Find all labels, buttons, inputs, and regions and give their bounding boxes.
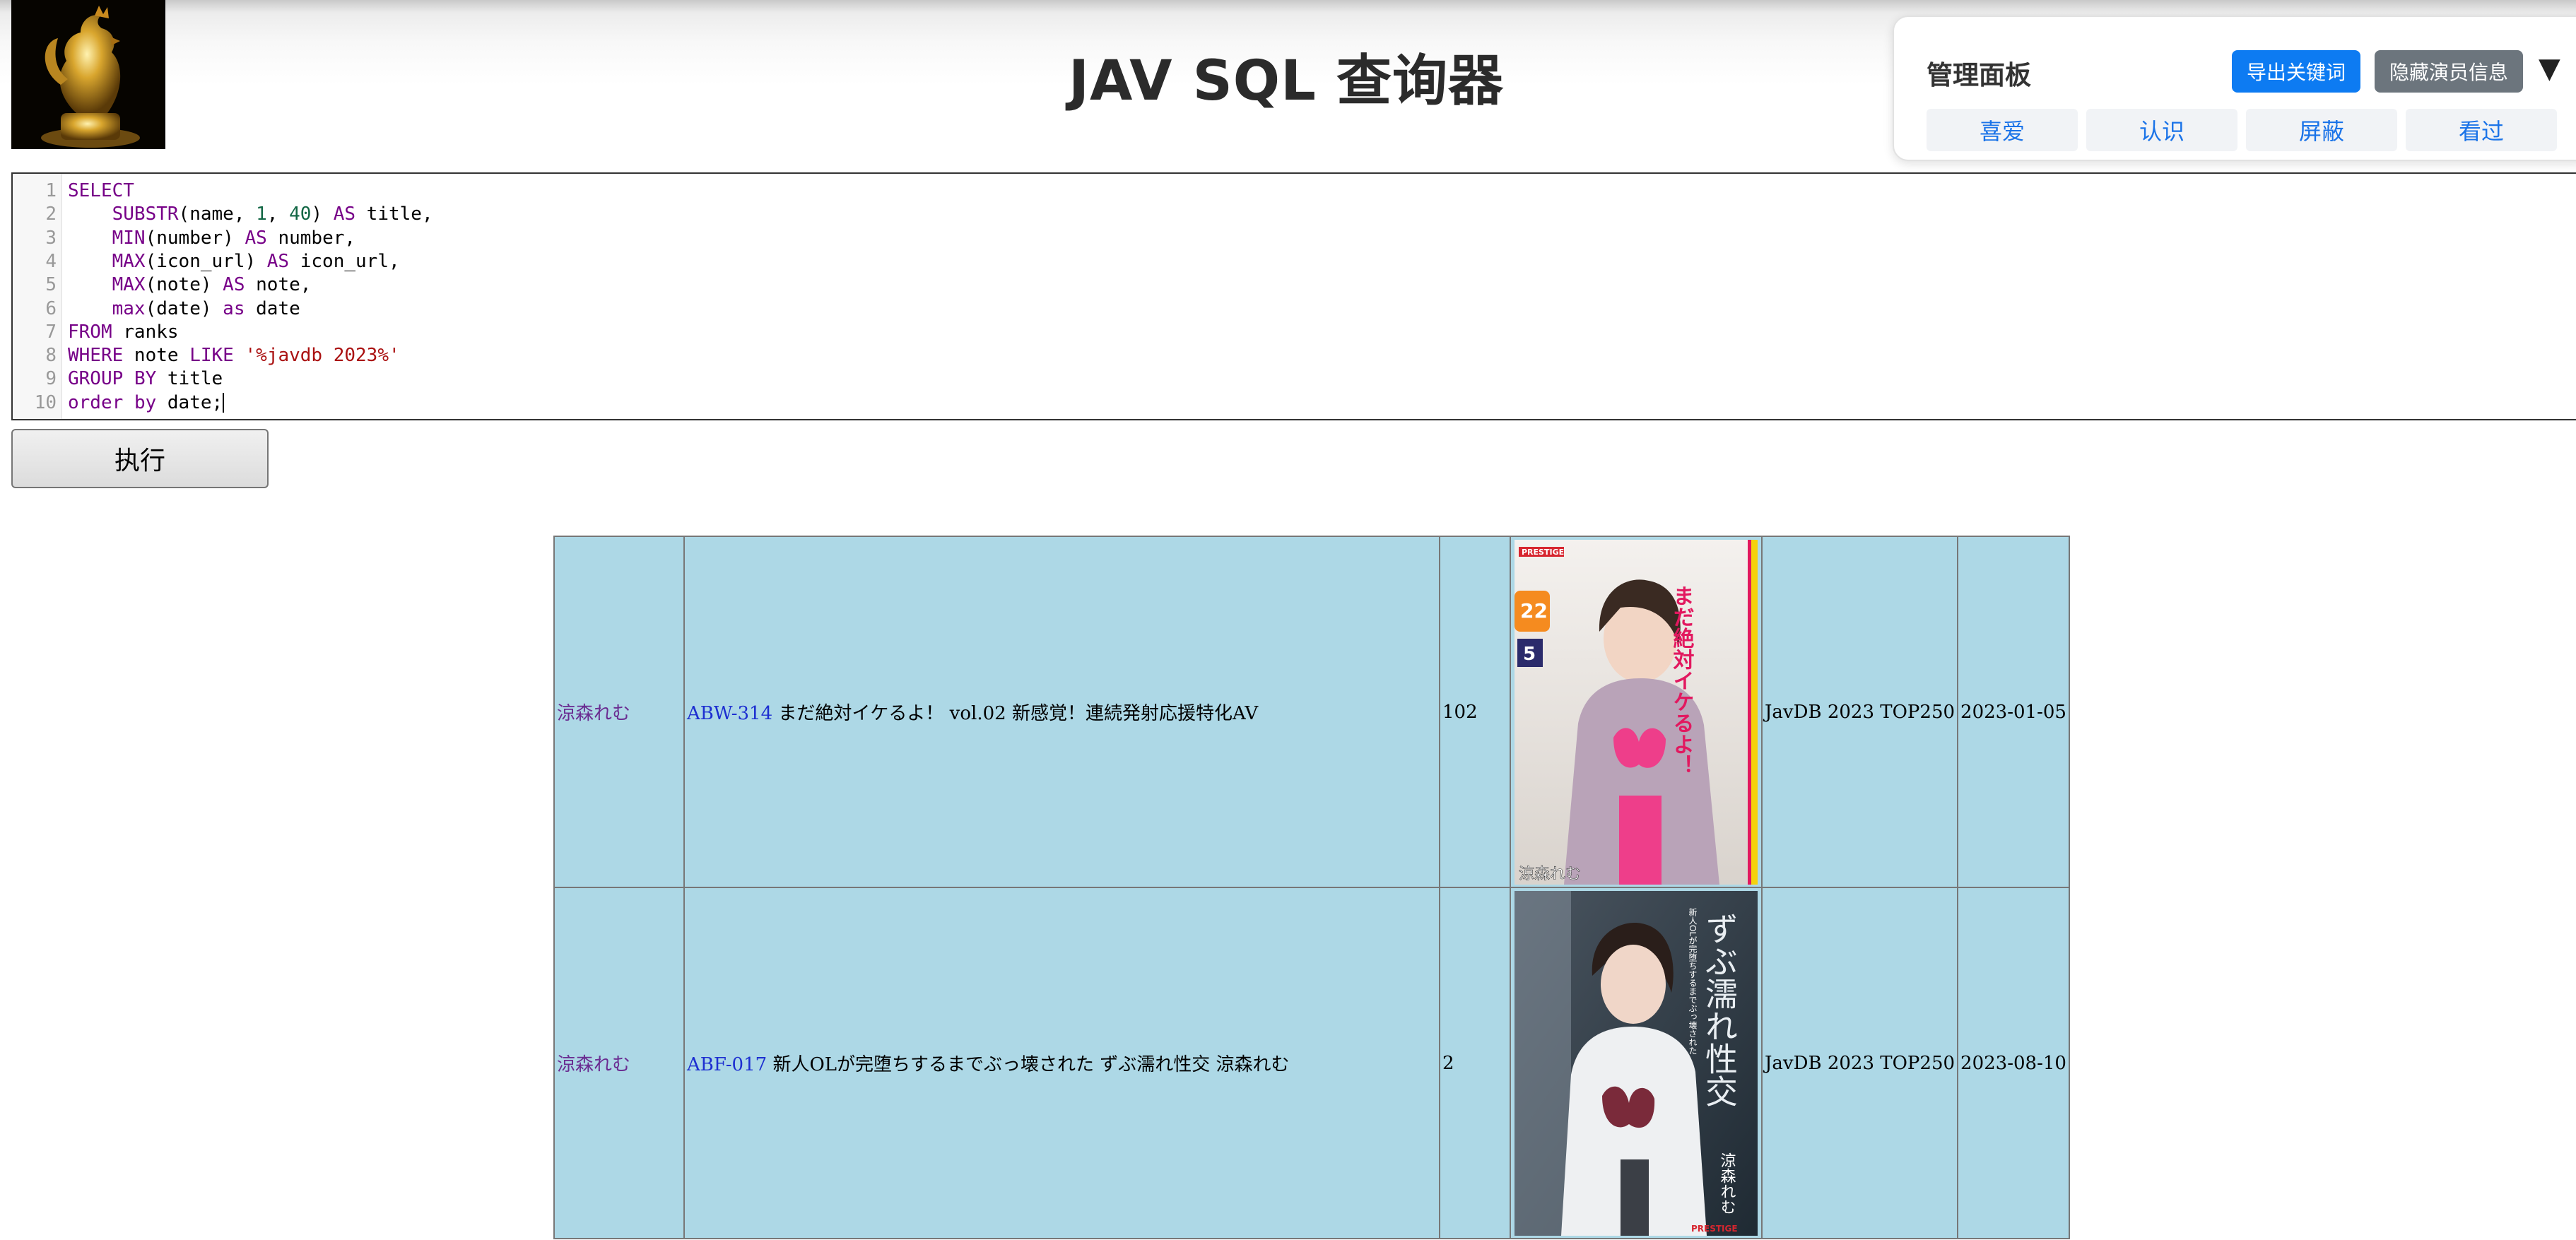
number-cell: 2 <box>1439 887 1511 1239</box>
execute-button[interactable]: 执行 <box>11 429 269 488</box>
code-text[interactable]: SUBSTR(name, 1, 40) AS title, <box>68 203 433 226</box>
line-number: 9 <box>45 368 57 390</box>
line-number: 5 <box>45 274 57 296</box>
tab-known[interactable]: 认识 <box>2086 109 2237 151</box>
code-text[interactable]: order by date; <box>68 391 225 415</box>
line-number: 3 <box>45 227 57 249</box>
page-title: JAV SQL 查询器 <box>1069 49 1504 113</box>
line-number: 10 <box>34 391 57 413</box>
line-number: 1 <box>45 180 57 201</box>
tab-favorite[interactable]: 喜爱 <box>1927 109 2078 151</box>
code-link[interactable]: ABF-017 <box>687 1054 767 1075</box>
line-number: 2 <box>45 203 57 225</box>
text-cursor <box>223 393 225 413</box>
cover-image[interactable]: ずぶ濡れ性交 新人OLが完堕ちするまでぶっ壊された 涼森れむ PRESTIGE <box>1515 890 1758 1236</box>
trophy-icon <box>41 6 140 148</box>
tab-blocked[interactable]: 屏蔽 <box>2246 109 2397 151</box>
svg-text:22: 22 <box>1520 599 1548 622</box>
title-cell: ABF-017 新人OLが完堕ちするまでぶっ壊された ずぶ濡れ性交 涼森れむ <box>683 887 1440 1239</box>
code-text[interactable]: max(date) as date <box>68 297 300 321</box>
svg-text:新人OLが完堕ちするまでぶっ壊された: 新人OLが完堕ちするまでぶっ壊された <box>1688 907 1698 1055</box>
cover-image[interactable]: PRESTIGE 22 5 まだ絶対イケるよ！ 涼森れむ <box>1515 539 1758 885</box>
svg-text:涼森れむ: 涼森れむ <box>1718 1152 1736 1215</box>
svg-text:PRESTIGE: PRESTIGE <box>1522 548 1564 557</box>
code-text[interactable]: MAX(icon_url) AS icon_url, <box>68 250 400 273</box>
sql-editor[interactable]: 1 SELECT 2 SUBSTR(name, 1, 40) AS title, 3 … <box>11 172 2576 420</box>
line-number: 7 <box>45 321 57 343</box>
svg-text:涼森れむ: 涼森れむ <box>1519 866 1581 883</box>
code-text[interactable]: MAX(note) AS note, <box>68 273 312 297</box>
code-text[interactable]: SELECT <box>68 179 134 203</box>
svg-text:ずぶ濡れ性交: ずぶ濡れ性交 <box>1700 912 1739 1107</box>
line-number: 8 <box>45 345 57 367</box>
tab-watched[interactable]: 看过 <box>2406 109 2557 151</box>
actor-cell: 涼森れむ <box>553 887 685 1239</box>
title-text: 新人OLが完堕ちするまでぶっ壊された ずぶ濡れ性交 涼森れむ <box>772 1054 1290 1075</box>
export-keywords-button[interactable]: 导出关键词 <box>2232 50 2360 93</box>
line-number: 4 <box>45 250 57 272</box>
number-cell: 102 <box>1439 536 1511 888</box>
results-table: 涼森れむ ABW-314 まだ絶対イケるよ！ vol.02 新感覚！連続発射応援… <box>553 536 2070 1239</box>
svg-text:PRESTIGE: PRESTIGE <box>1691 1224 1738 1234</box>
admin-panel-title: 管理面板 <box>1927 60 2031 90</box>
actor-link[interactable]: 涼森れむ <box>557 1054 630 1075</box>
title-text: まだ絶対イケるよ！ vol.02 新感覚！連続発射応援特化AV <box>778 703 1259 724</box>
code-text[interactable]: MIN(number) AS number, <box>68 227 355 250</box>
code-link[interactable]: ABW-314 <box>687 703 772 724</box>
code-text[interactable]: WHERE note LIKE '%javdb 2023%' <box>68 344 400 367</box>
svg-text:まだ絶対イケるよ！: まだ絶対イケるよ！ <box>1669 585 1695 776</box>
collapse-toggle-icon[interactable]: ▼ <box>2539 52 2560 85</box>
code-text[interactable]: GROUP BY title <box>68 367 223 391</box>
hide-actor-info-button[interactable]: 隐藏演员信息 <box>2375 50 2523 93</box>
cover-cell: PRESTIGE 22 5 まだ絶対イケるよ！ 涼森れむ <box>1510 536 1763 888</box>
actor-link[interactable]: 涼森れむ <box>557 703 630 724</box>
date-cell: 2023-01-05 <box>1957 536 2070 888</box>
svg-text:5: 5 <box>1523 644 1536 665</box>
table-row: 涼森れむ ABW-314 まだ絶対イケるよ！ vol.02 新感覚！連続発射応援… <box>553 536 2070 888</box>
date-cell: 2023-08-10 <box>1957 887 2070 1239</box>
table-row: 涼森れむ ABF-017 新人OLが完堕ちするまでぶっ壊された ずぶ濡れ性交 涼… <box>553 887 2070 1239</box>
note-cell: JavDB 2023 TOP250 <box>1760 536 1959 888</box>
line-number: 6 <box>45 297 57 319</box>
logo-image <box>11 0 165 149</box>
code-text[interactable]: FROM ranks <box>68 321 179 344</box>
title-cell: ABW-314 まだ絶対イケるよ！ vol.02 新感覚！連続発射応援特化AV <box>683 536 1440 888</box>
cover-cell: ずぶ濡れ性交 新人OLが完堕ちするまでぶっ壊された 涼森れむ PRESTIGE <box>1510 887 1763 1239</box>
note-cell: JavDB 2023 TOP250 <box>1760 887 1959 1239</box>
admin-panel: 管理面板 导出关键词 隐藏演员信息 ▼ 喜爱 认识 屏蔽 看过 <box>1893 16 2576 161</box>
actor-cell: 涼森れむ <box>553 536 685 888</box>
